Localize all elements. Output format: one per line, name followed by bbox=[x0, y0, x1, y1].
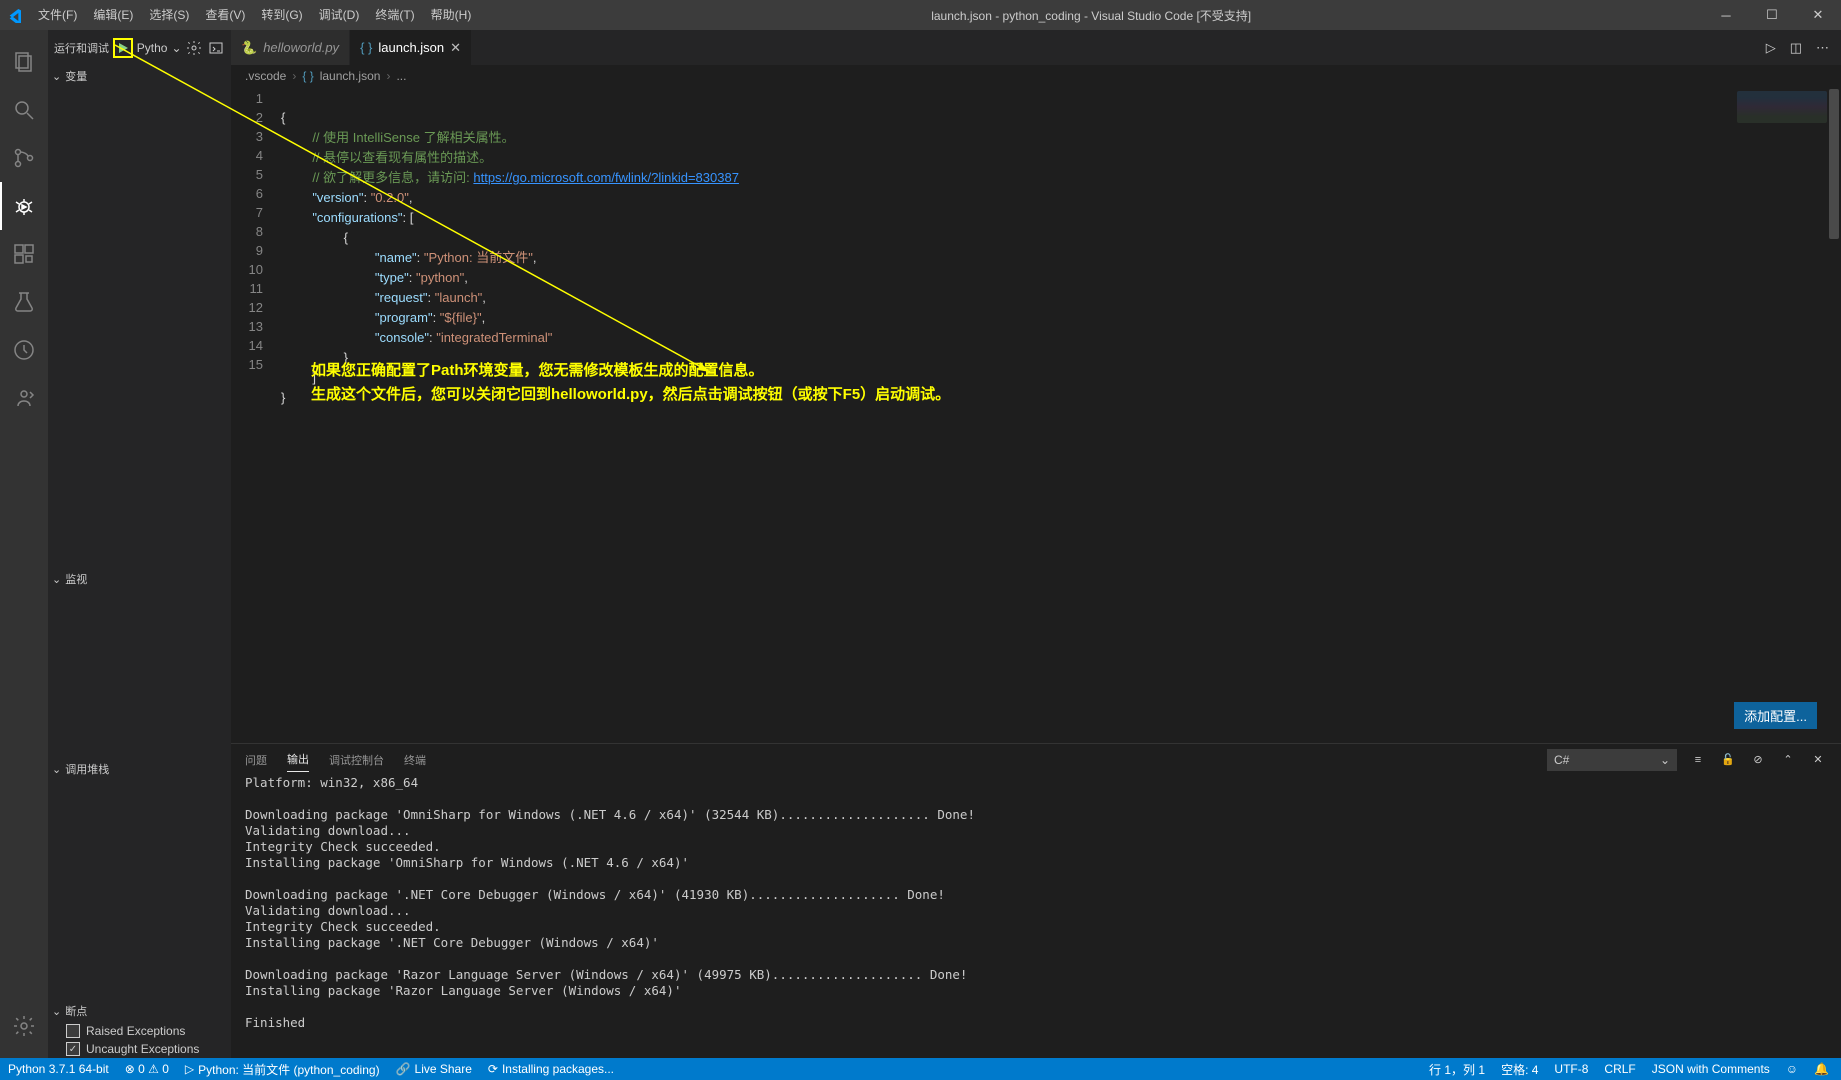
menu-debug[interactable]: 调试(D) bbox=[311, 0, 368, 30]
window-title: launch.json - python_coding - Visual Stu… bbox=[479, 7, 1703, 24]
annotation-overlay: 如果您正确配置了Path环境变量，您无需修改模板生成的配置信息。 生成这个文件后… bbox=[311, 359, 950, 407]
window-maximize-button[interactable]: ☐ bbox=[1749, 0, 1795, 30]
debug-settings-icon[interactable] bbox=[186, 39, 204, 57]
status-debug-config[interactable]: ▷ Python: 当前文件 (python_coding) bbox=[177, 1058, 388, 1080]
output-channel-selector[interactable]: C#⌄ bbox=[1547, 749, 1677, 771]
line-numbers: 123456789101112131415 bbox=[231, 87, 281, 743]
chevron-down-icon: ⌄ bbox=[52, 70, 61, 83]
chevron-down-icon: ⌄ bbox=[52, 763, 61, 776]
activity-clock-icon[interactable] bbox=[0, 326, 48, 374]
breakpoint-raised[interactable]: Raised Exceptions bbox=[48, 1022, 231, 1040]
panel-tab-debug-console[interactable]: 调试控制台 bbox=[329, 748, 384, 772]
menu-edit[interactable]: 编辑(E) bbox=[85, 0, 141, 30]
tab-launch-json[interactable]: { } launch.json ✕ bbox=[350, 30, 472, 65]
run-debug-label: 运行和调试 bbox=[54, 40, 109, 56]
activity-explorer-icon[interactable] bbox=[0, 38, 48, 86]
activity-testing-icon[interactable] bbox=[0, 278, 48, 326]
chevron-down-icon: ⌄ bbox=[171, 41, 181, 55]
activity-search-icon[interactable] bbox=[0, 86, 48, 134]
debug-config-selector[interactable]: Pytho ⌄ bbox=[137, 41, 182, 55]
vscode-logo-icon bbox=[0, 0, 30, 30]
more-actions-icon[interactable]: ⋯ bbox=[1816, 40, 1829, 56]
activity-extensions-icon[interactable] bbox=[0, 230, 48, 278]
tab-helloworld[interactable]: 🐍 helloworld.py bbox=[231, 30, 350, 65]
panel-lock-icon[interactable]: 🔓 bbox=[1719, 751, 1737, 769]
json-file-icon: { } bbox=[360, 40, 372, 55]
status-bell-icon[interactable]: 🔔 bbox=[1806, 1058, 1837, 1080]
start-debug-button[interactable] bbox=[113, 38, 133, 58]
section-breakpoints[interactable]: ⌄断点 bbox=[48, 1000, 231, 1022]
activity-liveshare-icon[interactable] bbox=[0, 374, 48, 422]
menu-file[interactable]: 文件(F) bbox=[30, 0, 85, 30]
window-close-button[interactable]: ✕ bbox=[1795, 0, 1841, 30]
menu-bar: 文件(F) 编辑(E) 选择(S) 查看(V) 转到(G) 调试(D) 终端(T… bbox=[30, 0, 479, 30]
section-callstack[interactable]: ⌄调用堆栈 bbox=[48, 758, 231, 780]
status-feedback-icon[interactable]: ☺ bbox=[1778, 1058, 1806, 1080]
panel-clear-icon[interactable]: ⊘ bbox=[1749, 751, 1767, 769]
menu-terminal[interactable]: 终端(T) bbox=[367, 0, 422, 30]
split-editor-icon[interactable]: ◫ bbox=[1790, 40, 1802, 56]
debug-console-icon[interactable] bbox=[207, 39, 225, 57]
scrollbar-thumb[interactable] bbox=[1829, 89, 1839, 239]
close-tab-icon[interactable]: ✕ bbox=[450, 40, 461, 56]
panel-list-icon[interactable]: ≡ bbox=[1689, 751, 1707, 769]
activity-scm-icon[interactable] bbox=[0, 134, 48, 182]
status-python[interactable]: Python 3.7.1 64-bit bbox=[0, 1058, 117, 1080]
breakpoint-uncaught[interactable]: ✓Uncaught Exceptions bbox=[48, 1040, 231, 1058]
status-problems[interactable]: ⊗ 0 ⚠ 0 bbox=[117, 1058, 177, 1080]
chevron-down-icon: ⌄ bbox=[52, 1005, 61, 1018]
add-configuration-button[interactable]: 添加配置... bbox=[1734, 702, 1817, 729]
output-content[interactable]: Platform: win32, x86_64 Downloading pack… bbox=[231, 775, 1841, 1058]
chevron-right-icon: › bbox=[292, 69, 296, 83]
status-encoding[interactable]: UTF-8 bbox=[1546, 1058, 1596, 1080]
status-installing[interactable]: ⟳ Installing packages... bbox=[480, 1058, 622, 1080]
activity-debug-icon[interactable] bbox=[0, 182, 48, 230]
chevron-down-icon: ⌄ bbox=[52, 573, 61, 586]
status-language[interactable]: JSON with Comments bbox=[1644, 1058, 1778, 1080]
python-file-icon: 🐍 bbox=[241, 40, 257, 56]
status-line-col[interactable]: 行 1，列 1 bbox=[1421, 1058, 1493, 1080]
section-variables[interactable]: ⌄变量 bbox=[48, 65, 231, 87]
panel-close-icon[interactable]: ✕ bbox=[1809, 751, 1827, 769]
panel-collapse-icon[interactable]: ⌃ bbox=[1779, 751, 1797, 769]
run-icon[interactable]: ▷ bbox=[1766, 40, 1776, 56]
status-indent[interactable]: 空格: 4 bbox=[1493, 1058, 1546, 1080]
panel-tab-output[interactable]: 输出 bbox=[287, 747, 309, 772]
window-minimize-button[interactable]: ─ bbox=[1703, 0, 1749, 30]
menu-selection[interactable]: 选择(S) bbox=[141, 0, 197, 30]
chevron-down-icon: ⌄ bbox=[1660, 753, 1670, 767]
code-editor[interactable]: { // 使用 IntelliSense 了解相关属性。 // 悬停以查看现有属… bbox=[281, 87, 1841, 743]
panel-tab-problems[interactable]: 问题 bbox=[245, 748, 267, 772]
section-watch[interactable]: ⌄监视 bbox=[48, 568, 231, 590]
minimap[interactable] bbox=[1737, 91, 1827, 123]
status-eol[interactable]: CRLF bbox=[1596, 1058, 1643, 1080]
menu-go[interactable]: 转到(G) bbox=[253, 0, 310, 30]
debug-config-name: Pytho bbox=[137, 41, 168, 55]
chevron-right-icon: › bbox=[386, 69, 390, 83]
checkbox-checked-icon[interactable]: ✓ bbox=[66, 1042, 80, 1056]
status-liveshare[interactable]: 🔗 Live Share bbox=[388, 1058, 480, 1080]
activity-settings-icon[interactable] bbox=[0, 1002, 48, 1050]
menu-view[interactable]: 查看(V) bbox=[197, 0, 253, 30]
json-file-icon: { } bbox=[302, 69, 313, 83]
panel-tab-terminal[interactable]: 终端 bbox=[404, 748, 426, 772]
breadcrumb[interactable]: .vscode › { } launch.json › ... bbox=[231, 65, 1841, 87]
menu-help[interactable]: 帮助(H) bbox=[423, 0, 480, 30]
checkbox-unchecked-icon[interactable] bbox=[66, 1024, 80, 1038]
